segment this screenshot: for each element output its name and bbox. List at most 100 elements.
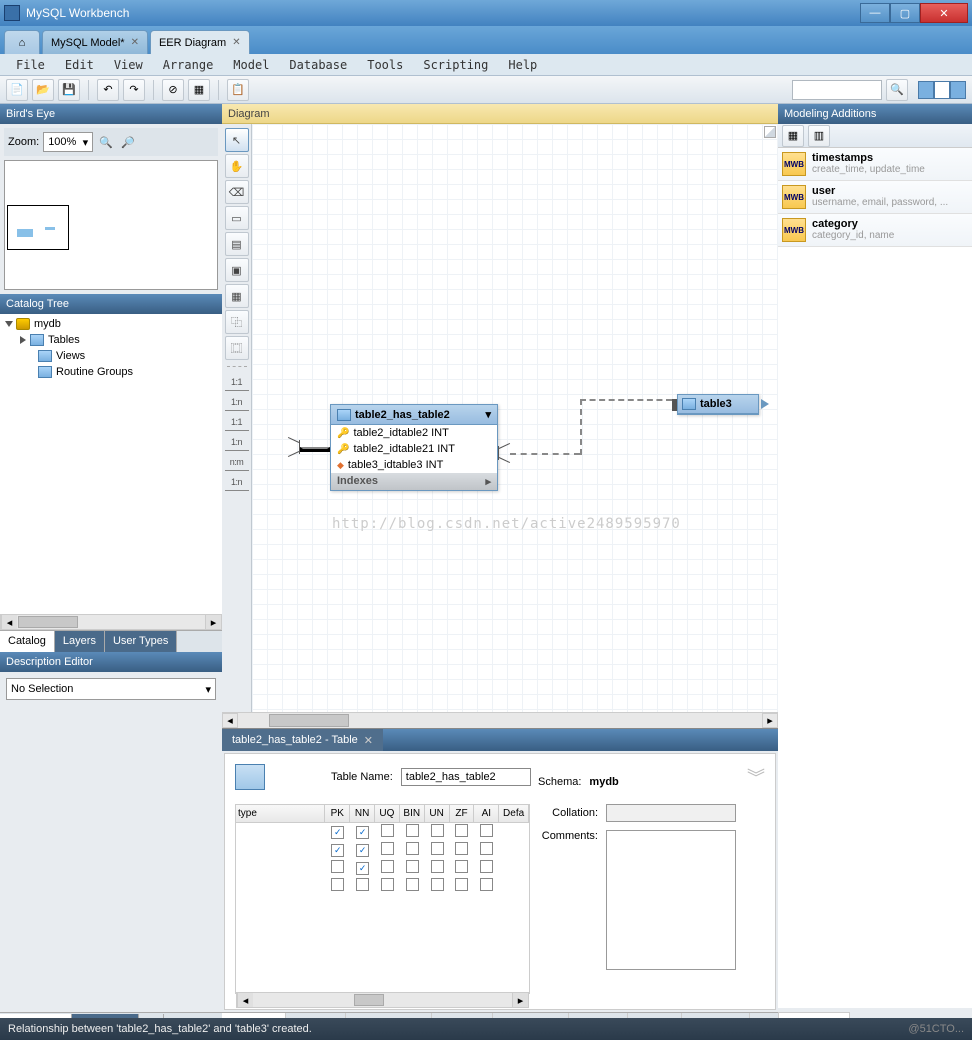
layout-bottom-button[interactable]	[934, 81, 950, 99]
scroll-thumb[interactable]	[269, 714, 349, 727]
checkbox[interactable]	[406, 824, 419, 837]
checkbox[interactable]	[480, 824, 493, 837]
redo-button[interactable]: ↷	[123, 79, 145, 101]
zoom-in-button[interactable]: 🔍	[97, 133, 115, 151]
eraser-tool[interactable]: ⌫	[225, 180, 249, 204]
note-tool[interactable]: ▤	[225, 232, 249, 256]
checkbox[interactable]: ✓	[356, 862, 369, 875]
checkbox[interactable]	[406, 860, 419, 873]
tree-tables[interactable]: Tables	[2, 332, 220, 348]
scroll-right-icon[interactable]: ▸	[512, 993, 528, 994]
maximize-button[interactable]: ▢	[890, 3, 920, 23]
search-input[interactable]	[792, 80, 882, 100]
home-tab[interactable]: ⌂	[4, 30, 40, 54]
grid-row[interactable]	[236, 877, 529, 895]
tree-views[interactable]: Views	[2, 348, 220, 364]
checkbox[interactable]	[381, 824, 394, 837]
checkbox[interactable]	[480, 860, 493, 873]
collation-select[interactable]	[606, 804, 736, 822]
checkbox[interactable]	[331, 860, 344, 873]
checkbox[interactable]	[381, 842, 394, 855]
minimize-button[interactable]: —	[860, 3, 890, 23]
rel-1-1-id[interactable]: 1:1	[225, 413, 249, 431]
addition-item[interactable]: MWB category category_id, name	[778, 214, 972, 247]
grid-row[interactable]: ✓✓	[236, 841, 529, 859]
checkbox[interactable]	[431, 824, 444, 837]
menu-file[interactable]: File	[6, 56, 55, 74]
entity-table3[interactable]: table3	[677, 394, 759, 415]
scroll-left-icon[interactable]: ◂	[237, 993, 253, 994]
scroll-right-icon[interactable]: ▸	[205, 615, 221, 629]
table-name-input[interactable]	[401, 768, 531, 786]
rel-1-n-id[interactable]: 1:n	[225, 433, 249, 451]
tab-model[interactable]: MySQL Model* ✕	[42, 30, 148, 54]
view-tool[interactable]: ⿻	[225, 310, 249, 334]
checkbox[interactable]: ✓	[331, 844, 344, 857]
table-tool[interactable]: ▦	[225, 284, 249, 308]
checkbox[interactable]: ✓	[356, 826, 369, 839]
hand-tool[interactable]: ✋	[225, 154, 249, 178]
grid-row[interactable]: ✓✓	[236, 823, 529, 841]
checkbox[interactable]	[406, 842, 419, 855]
close-icon[interactable]: ✕	[232, 37, 240, 48]
align-button[interactable]: ▦	[188, 79, 210, 101]
canvas-scrollbar-h[interactable]: ◂ ▸	[222, 712, 778, 728]
menu-database[interactable]: Database	[279, 56, 357, 74]
rel-1-n-non[interactable]: 1:n	[225, 393, 249, 411]
tab-catalog[interactable]: Catalog	[0, 631, 55, 652]
search-button[interactable]: 🔍	[886, 79, 908, 101]
layout-left-button[interactable]	[918, 81, 934, 99]
menu-model[interactable]: Model	[223, 56, 279, 74]
layout-right-button[interactable]	[950, 81, 966, 99]
checkbox[interactable]	[381, 878, 394, 891]
checkbox[interactable]	[455, 824, 468, 837]
rel-1-n-existing[interactable]: 1:n	[225, 473, 249, 491]
tab-eer[interactable]: EER Diagram ✕	[150, 30, 250, 54]
scroll-thumb[interactable]	[18, 616, 78, 628]
layer-tool[interactable]: ▭	[225, 206, 249, 230]
scroll-left-icon[interactable]: ◂	[1, 615, 17, 629]
tab-usertypes[interactable]: User Types	[105, 631, 177, 652]
grid-button[interactable]: ⊘	[162, 79, 184, 101]
grid-scrollbar[interactable]: ◂ ▸	[236, 992, 529, 994]
scroll-left-icon[interactable]: ◂	[222, 713, 238, 728]
menu-arrange[interactable]: Arrange	[153, 56, 224, 74]
zoom-select[interactable]: 100% ▾	[43, 132, 93, 152]
checkbox[interactable]	[480, 878, 493, 891]
menu-help[interactable]: Help	[498, 56, 547, 74]
undo-button[interactable]: ↶	[97, 79, 119, 101]
add-folder-button[interactable]: ▥	[808, 125, 830, 147]
tab-layers[interactable]: Layers	[55, 631, 105, 652]
scroll-right-icon[interactable]: ▸	[762, 713, 778, 728]
add-template-button[interactable]: ▦	[782, 125, 804, 147]
menu-scripting[interactable]: Scripting	[413, 56, 498, 74]
image-tool[interactable]: ▣	[225, 258, 249, 282]
new-file-button[interactable]: 📄	[6, 79, 28, 101]
addition-item[interactable]: MWB user username, email, password, ...	[778, 181, 972, 214]
checkbox[interactable]	[381, 860, 394, 873]
rel-1-1-non[interactable]: 1:1	[225, 373, 249, 391]
tree-db[interactable]: mydb	[2, 316, 220, 332]
columns-grid[interactable]: type PK NN UQ BIN UN ZF AI Defa ✓✓✓✓✓	[235, 804, 530, 994]
checkbox[interactable]	[406, 878, 419, 891]
checkbox[interactable]	[455, 842, 468, 855]
close-icon[interactable]: ✕	[364, 734, 373, 747]
checkbox[interactable]	[431, 842, 444, 855]
description-select[interactable]: No Selection ▾	[6, 678, 216, 700]
menu-edit[interactable]: Edit	[55, 56, 104, 74]
editor-tab[interactable]: table2_has_table2 - Table ✕	[222, 729, 383, 751]
pointer-tool[interactable]: ↖	[225, 128, 249, 152]
rel-n-m[interactable]: n:m	[225, 453, 249, 471]
checkbox[interactable]	[480, 842, 493, 855]
save-button[interactable]: 💾	[58, 79, 80, 101]
checkbox[interactable]	[455, 878, 468, 891]
checkbox[interactable]: ✓	[356, 844, 369, 857]
checkbox[interactable]	[455, 860, 468, 873]
checkbox[interactable]	[431, 878, 444, 891]
tree-routines[interactable]: Routine Groups	[2, 364, 220, 380]
minimap[interactable]	[4, 160, 218, 290]
export-button[interactable]: 📋	[227, 79, 249, 101]
open-file-button[interactable]: 📂	[32, 79, 54, 101]
addition-item[interactable]: MWB timestamps create_time, update_time	[778, 148, 972, 181]
close-icon[interactable]: ✕	[131, 37, 139, 48]
